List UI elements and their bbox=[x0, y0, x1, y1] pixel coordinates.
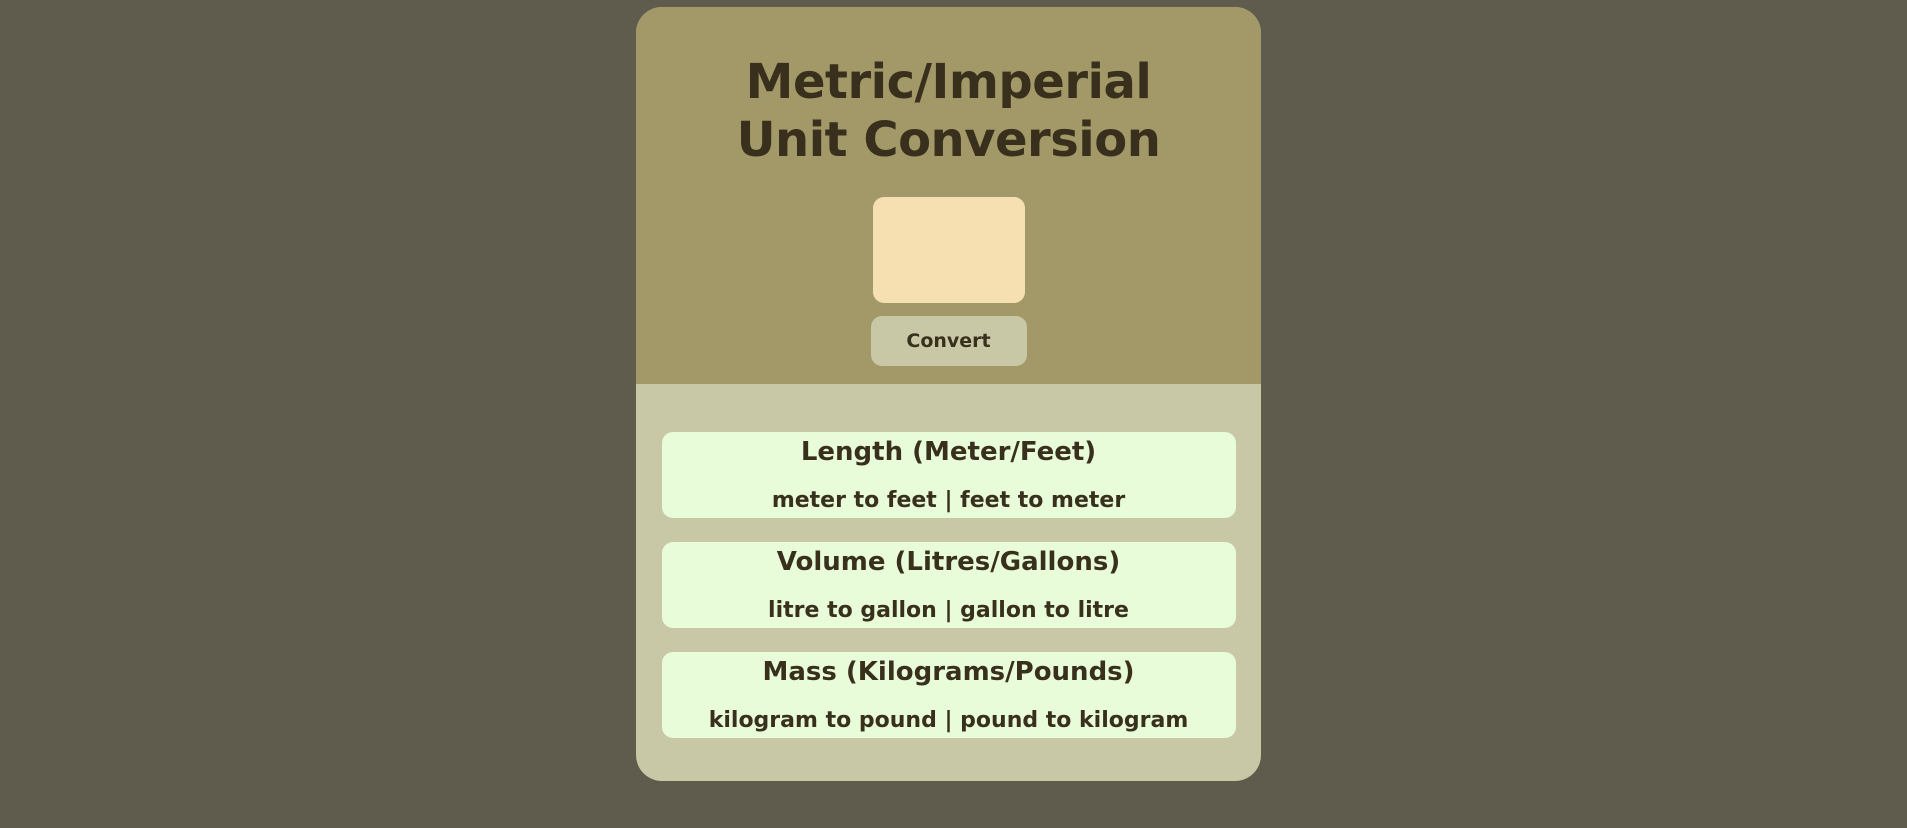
length-result-title: Length (Meter/Feet) bbox=[800, 437, 1097, 467]
volume-result-card: Volume (Litres/Gallons) litre to gallon … bbox=[661, 542, 1236, 628]
mass-result-card: Mass (Kilograms/Pounds) kilogram to poun… bbox=[661, 652, 1236, 738]
mass-result-title: Mass (Kilograms/Pounds) bbox=[762, 657, 1135, 687]
length-result-text: meter to feet | feet to meter bbox=[771, 488, 1126, 513]
volume-result-text: litre to gallon | gallon to litre bbox=[768, 598, 1129, 623]
volume-result-title: Volume (Litres/Gallons) bbox=[776, 547, 1121, 577]
converter-header: Metric/Imperial Unit Conversion Convert bbox=[636, 7, 1261, 384]
converter-card: Metric/Imperial Unit Conversion Convert … bbox=[636, 7, 1261, 781]
number-input[interactable] bbox=[872, 197, 1025, 303]
convert-button[interactable]: Convert bbox=[870, 316, 1027, 366]
mass-result-text: kilogram to pound | pound to kilogram bbox=[708, 708, 1189, 733]
page-title: Metric/Imperial Unit Conversion bbox=[736, 54, 1161, 168]
results-section: Length (Meter/Feet) meter to feet | feet… bbox=[636, 384, 1261, 762]
length-result-card: Length (Meter/Feet) meter to feet | feet… bbox=[661, 432, 1236, 518]
